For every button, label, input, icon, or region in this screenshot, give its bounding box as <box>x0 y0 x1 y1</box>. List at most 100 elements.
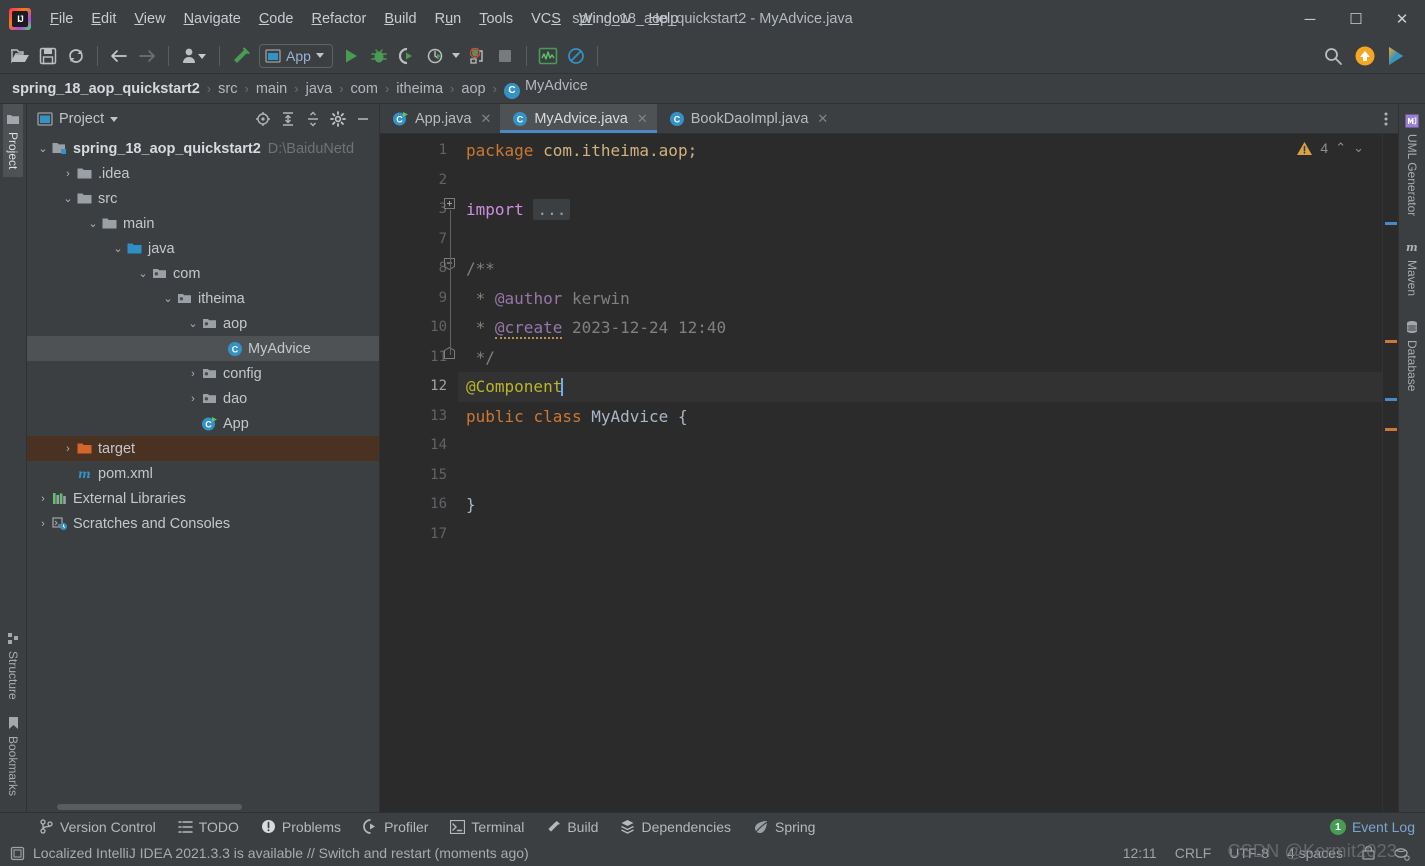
code-line[interactable]: @Component <box>458 372 1382 402</box>
editor-marker[interactable] <box>1385 398 1397 401</box>
code-line[interactable]: /** <box>458 254 1382 284</box>
performance-monitor-icon[interactable] <box>534 43 562 69</box>
code-line[interactable]: package com.itheima.aop; <box>458 136 1382 166</box>
menu-item-code[interactable]: Code <box>250 7 303 31</box>
close-tab-icon[interactable]: ✕ <box>637 111 648 127</box>
code-line[interactable] <box>458 461 1382 491</box>
read-only-toggle-icon[interactable] <box>1361 845 1376 861</box>
menu-item-tools[interactable]: Tools <box>470 7 522 31</box>
chevron-right-icon[interactable]: › <box>35 493 51 505</box>
debug-icon[interactable] <box>365 43 393 69</box>
indent-setting[interactable]: 4 spaces <box>1287 845 1343 861</box>
sidebar-item-database[interactable]: Database <box>1402 316 1422 395</box>
code-line[interactable] <box>458 431 1382 461</box>
prev-problem-button[interactable]: ⌃ <box>1335 140 1346 156</box>
settings-gear-icon[interactable] <box>327 108 349 130</box>
tree-node-myadvice[interactable]: ›CMyAdvice <box>27 336 379 361</box>
editor-marker[interactable] <box>1385 428 1397 431</box>
breadcrumb-item-aop[interactable]: aop <box>461 81 485 97</box>
bottom-tool-problems[interactable]: Problems <box>252 817 350 837</box>
mute-breakpoints-icon[interactable] <box>562 43 590 69</box>
tree-node-dao[interactable]: › dao <box>27 386 379 411</box>
tree-node-itheima[interactable]: ⌄ itheima <box>27 286 379 311</box>
caret-position[interactable]: 12:11 <box>1123 845 1157 861</box>
code-editor[interactable]: 1 2 3 7 8 9 10 11 12 13 14 15 16 17 package com.ithei… <box>380 134 1398 812</box>
chevron-down-icon[interactable] <box>449 43 463 69</box>
more-vertical-icon[interactable] <box>1374 104 1398 133</box>
sidebar-item-structure[interactable]: Structure <box>3 624 23 708</box>
tree-node-aop[interactable]: ⌄ aop <box>27 311 379 336</box>
breadcrumb-item-itheima[interactable]: itheima <box>396 81 443 97</box>
chevron-down-icon[interactable]: ⌄ <box>35 142 51 155</box>
inspection-widget[interactable]: 4 ⌃ ⌄ <box>1296 140 1364 156</box>
editor-marker[interactable] <box>1385 340 1397 343</box>
code-line[interactable]: * @create 2023-12-24 12:40 <box>458 313 1382 343</box>
tree-node-java[interactable]: ⌄ java <box>27 236 379 261</box>
menu-item-run[interactable]: Run <box>426 7 471 31</box>
project-tree[interactable]: ⌄ spring_18_aop_quickstart2 D:\BaiduNetd ›.… <box>27 134 379 812</box>
bottom-tool-terminal[interactable]: Terminal <box>441 817 533 837</box>
editor-tab-myadvice-java[interactable]: C MyAdvice.java ✕ <box>500 104 658 133</box>
line-separator[interactable]: CRLF <box>1175 845 1212 861</box>
code-line[interactable] <box>458 520 1382 550</box>
maximize-button[interactable]: ☐ <box>1333 0 1379 38</box>
breadcrumb-item-java[interactable]: java <box>306 81 333 97</box>
bottom-tool-version-control[interactable]: Version Control <box>30 817 165 837</box>
tree-node-main[interactable]: ⌄ main <box>27 211 379 236</box>
code-line[interactable] <box>458 225 1382 255</box>
chevron-down-icon[interactable]: ⌄ <box>85 217 101 230</box>
run-with-coverage-icon[interactable] <box>393 43 421 69</box>
menu-item-vcs[interactable]: VCS <box>522 7 570 31</box>
error-marker-strip[interactable] <box>1382 134 1398 812</box>
sidebar-item-maven[interactable]: m Maven <box>1402 236 1422 300</box>
refresh-icon[interactable] <box>62 43 90 69</box>
chevron-down-icon[interactable] <box>110 116 119 122</box>
tree-node-scratches-and-consoles[interactable]: › Scratches and Consoles <box>27 511 379 536</box>
editor-tab-bookdaoimpl-java[interactable]: C BookDaoImpl.java ✕ <box>657 104 838 133</box>
sidebar-item-project[interactable]: Project <box>3 104 23 178</box>
tree-node--idea[interactable]: › .idea <box>27 161 379 186</box>
menu-item-build[interactable]: Build <box>375 7 425 31</box>
chevron-down-icon[interactable]: ⌄ <box>60 192 76 205</box>
next-problem-button[interactable]: ⌄ <box>1353 140 1364 156</box>
tree-node-target[interactable]: › target <box>27 436 379 461</box>
tree-node-external-libraries[interactable]: › External Libraries <box>27 486 379 511</box>
tree-node-src[interactable]: ⌄ src <box>27 186 379 211</box>
code-line[interactable]: import ... <box>458 195 1382 225</box>
chevron-right-icon[interactable]: › <box>60 168 76 180</box>
minimize-button[interactable]: ─ <box>1287 0 1333 38</box>
code-line[interactable]: } <box>458 490 1382 520</box>
tree-horizontal-scrollbar[interactable] <box>57 804 242 810</box>
attach-debugger-icon[interactable] <box>463 43 491 69</box>
back-arrow-icon[interactable] <box>105 43 133 69</box>
search-icon[interactable] <box>1319 43 1347 69</box>
code-text[interactable]: package com.itheima.aop; import ... /** … <box>458 134 1382 812</box>
sidebar-item-uml-generator[interactable]: UML Generator <box>1402 110 1422 220</box>
menu-item-window[interactable]: Window <box>570 7 640 31</box>
status-message[interactable]: Localized IntelliJ IDEA 2021.3.3 is avai… <box>33 845 529 861</box>
code-line[interactable]: public class MyAdvice { <box>458 402 1382 432</box>
bottom-tool-spring[interactable]: Spring <box>744 817 824 837</box>
fold-expand-icon[interactable] <box>444 198 455 209</box>
tree-node-com[interactable]: ⌄ com <box>27 261 379 286</box>
chevron-down-icon[interactable]: ⌄ <box>135 267 151 280</box>
file-encoding[interactable]: UTF-8 <box>1229 845 1269 861</box>
menu-item-file[interactable]: File <box>41 7 82 31</box>
menu-item-navigate[interactable]: Navigate <box>175 7 250 31</box>
breadcrumb-item-com[interactable]: com <box>351 81 378 97</box>
ide-feature-icon[interactable] <box>1383 43 1411 69</box>
open-folder-icon[interactable] <box>6 43 34 69</box>
notification-icon[interactable] <box>10 846 25 861</box>
close-tab-icon[interactable]: ✕ <box>480 111 491 127</box>
save-icon[interactable] <box>34 43 62 69</box>
tree-node-app[interactable]: ›CApp <box>27 411 379 436</box>
menu-item-refactor[interactable]: Refactor <box>303 7 376 31</box>
chevron-down-icon[interactable]: ⌄ <box>110 242 126 255</box>
chevron-down-icon[interactable]: ⌄ <box>160 292 176 305</box>
bottom-tool-dependencies[interactable]: Dependencies <box>611 817 740 837</box>
code-line[interactable]: * @author kerwin <box>458 284 1382 314</box>
collapse-all-icon[interactable] <box>302 108 324 130</box>
run-configuration-selector[interactable]: App <box>259 43 333 68</box>
breadcrumb-item-spring_18_aop_quickstart2[interactable]: spring_18_aop_quickstart2 <box>12 81 200 97</box>
breadcrumb-item-main[interactable]: main <box>256 81 287 97</box>
